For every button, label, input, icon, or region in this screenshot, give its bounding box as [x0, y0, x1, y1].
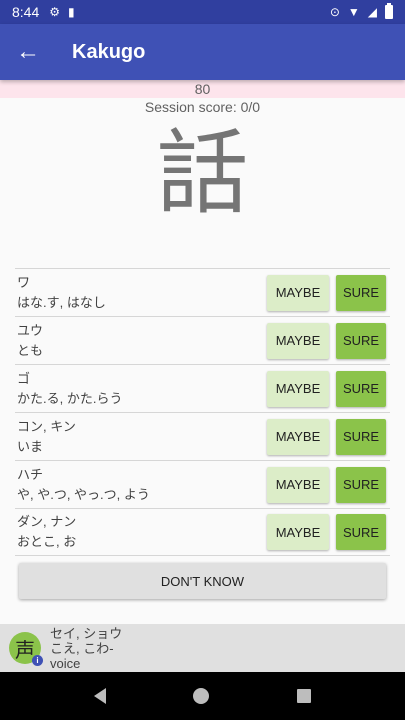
answer-text: コン, キン いま	[15, 417, 267, 457]
maybe-button[interactable]: MAYBE	[267, 370, 329, 407]
answer-reading-kun: とも	[17, 342, 44, 358]
battery-icon	[385, 3, 393, 19]
answer-list: ワ はな.す, はなし MAYBE SURE ユウ とも MAYBE SURE …	[15, 268, 390, 556]
system-nav-bar	[0, 672, 405, 720]
previous-kanji-meaning: voice	[50, 655, 81, 671]
status-bar: 8:44 ⚙ ▮ ⊙ ▼ ◢	[0, 0, 405, 24]
previous-kanji-details: セイ, ショウ こえ, こわ- voice	[50, 626, 122, 671]
progress-indicator: 80	[0, 80, 405, 98]
nav-recents-icon[interactable]	[297, 689, 312, 703]
nav-home-icon[interactable]	[193, 688, 210, 704]
previous-kanji-info[interactable]: 声 i セイ, ショウ こえ, こわ- voice	[0, 624, 405, 672]
maybe-button[interactable]: MAYBE	[267, 418, 329, 455]
answer-reading-on: ユウ	[17, 322, 44, 338]
sure-button[interactable]: SURE	[336, 274, 386, 311]
location-icon: ⊙	[329, 5, 340, 19]
maybe-button[interactable]: MAYBE	[267, 466, 329, 503]
answer-reading-on: ゴ	[17, 370, 31, 386]
answer-reading-kun: かた.る, かた.らう	[17, 390, 123, 406]
answer-reading-kun: はな.す, はなし	[17, 294, 106, 310]
answer-text: ユウ とも	[15, 321, 267, 361]
back-button[interactable]: ←	[0, 24, 56, 80]
answer-row: ゴ かた.る, かた.らう MAYBE SURE	[15, 364, 390, 412]
previous-kanji-on: セイ, ショウ	[50, 625, 123, 641]
answer-text: ワ はな.す, はなし	[15, 273, 267, 313]
sure-button[interactable]: SURE	[336, 322, 386, 359]
progress-value: 80	[194, 81, 211, 97]
answer-text: ハチ や, や.つ, やっ.つ, よう	[15, 465, 267, 505]
previous-kanji-circle[interactable]: 声 i	[9, 632, 43, 666]
answer-reading-kun: や, や.つ, やっ.つ, よう	[17, 486, 150, 502]
session-score: Session score: 0/0	[144, 99, 261, 115]
app-title: Kakugo	[72, 40, 146, 63]
maybe-button[interactable]: MAYBE	[267, 274, 329, 311]
sure-button[interactable]: SURE	[336, 514, 386, 550]
wifi-icon: ▼	[347, 5, 360, 19]
answer-reading-on: ワ	[17, 274, 31, 290]
answer-reading-on: ダン, ナン	[17, 514, 77, 529]
nav-back-icon[interactable]	[93, 688, 106, 704]
status-time: 8:44	[12, 4, 40, 20]
answer-row: ハチ や, や.つ, やっ.つ, よう MAYBE SURE	[15, 460, 390, 508]
answer-text: ダン, ナン おとこ, お	[15, 512, 267, 552]
answer-row: ダン, ナン おとこ, お MAYBE SURE	[15, 508, 390, 556]
answer-row: コン, キン いま MAYBE SURE	[15, 412, 390, 460]
arrow-back-icon: ←	[16, 38, 40, 65]
sd-card-icon: ▮	[68, 5, 75, 19]
answer-text: ゴ かた.る, かた.らう	[15, 369, 267, 409]
info-icon: i	[32, 655, 43, 666]
sure-button[interactable]: SURE	[336, 418, 386, 455]
sure-button[interactable]: SURE	[336, 370, 386, 407]
previous-kanji-kun: こえ, こわ-	[50, 640, 114, 656]
answer-reading-on: ハチ	[17, 466, 44, 482]
answer-reading-kun: おとこ, お	[17, 534, 77, 549]
maybe-button[interactable]: MAYBE	[267, 514, 329, 550]
question-kanji: 話	[156, 120, 249, 227]
signal-icon: ◢	[367, 5, 377, 19]
answer-reading-on: コン, キン	[17, 418, 76, 434]
sure-button[interactable]: SURE	[336, 466, 386, 503]
maybe-button[interactable]: MAYBE	[267, 322, 329, 359]
dont-know-button[interactable]: DON'T KNOW	[19, 563, 386, 599]
answer-row: ワ はな.す, はなし MAYBE SURE	[15, 268, 390, 316]
answer-reading-kun: いま	[17, 438, 44, 454]
app-bar: ← Kakugo	[0, 24, 405, 80]
gear-icon: ⚙	[49, 5, 61, 19]
answer-row: ユウ とも MAYBE SURE	[15, 316, 390, 364]
